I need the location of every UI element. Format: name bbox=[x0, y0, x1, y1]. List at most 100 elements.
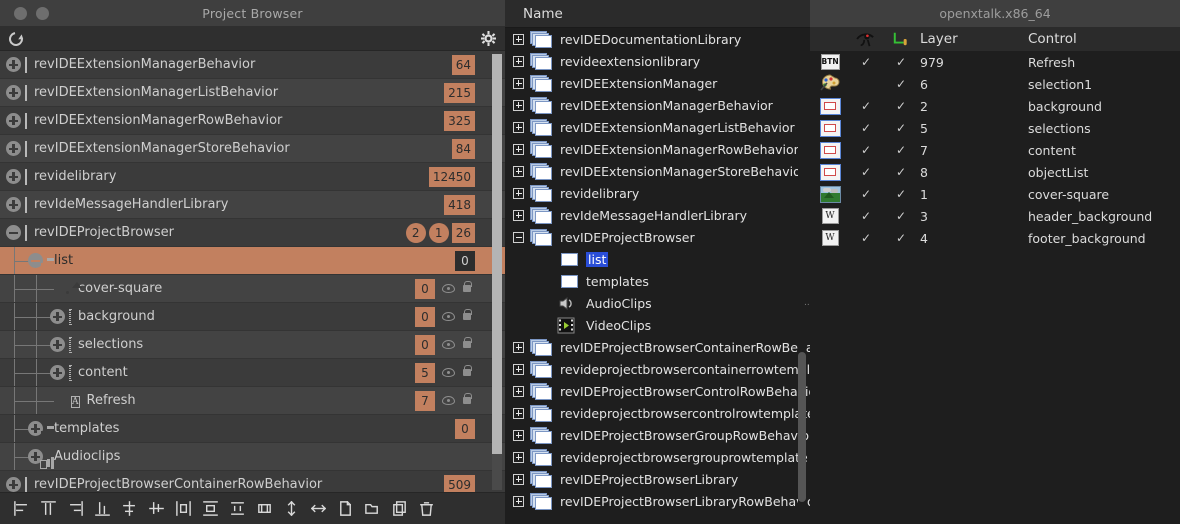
layer-row[interactable]: W ✓ ✓ 4 footer_background bbox=[810, 227, 1180, 249]
layer-row[interactable]: BTN ✓ ✓ 979 Refresh bbox=[810, 51, 1180, 73]
resize-width-icon[interactable] bbox=[305, 496, 332, 522]
visibility-eye-icon[interactable] bbox=[442, 368, 455, 377]
stack-tree-row[interactable]: revIdeMessageHandlerLibrary bbox=[505, 204, 810, 226]
align-right-icon[interactable] bbox=[62, 496, 89, 522]
tree-twisty-plus[interactable] bbox=[6, 477, 21, 492]
stack-tree-scroll-thumb[interactable] bbox=[798, 352, 806, 502]
stack-tree-row[interactable]: list bbox=[505, 248, 810, 270]
layer-row[interactable]: W ✓ ✓ 3 header_background bbox=[810, 205, 1180, 227]
layer-locked-checkmark[interactable]: ✓ bbox=[882, 232, 920, 244]
window-minimize-button[interactable] bbox=[36, 6, 49, 20]
stack-tree-row[interactable]: revIDEExtensionManager bbox=[505, 72, 810, 94]
expand-plus-icon[interactable] bbox=[513, 33, 524, 45]
tree-twisty-plus[interactable] bbox=[50, 309, 65, 324]
project-browser-bottom-toolbar[interactable] bbox=[0, 492, 505, 524]
expand-plus-icon[interactable] bbox=[513, 77, 524, 89]
stack-tree-row[interactable]: revIDEExtensionManagerListBehavior bbox=[505, 116, 810, 138]
tree-row[interactable]: revIDEExtensionManagerBehavior 64 bbox=[0, 51, 505, 79]
align-bottom-icon[interactable] bbox=[89, 496, 116, 522]
tree-twisty-plus[interactable] bbox=[6, 169, 21, 184]
layer-locked-checkmark[interactable]: ✓ bbox=[882, 188, 920, 200]
resize-height-icon[interactable] bbox=[278, 496, 305, 522]
tree-row[interactable]: revIdeMessageHandlerLibrary 418 bbox=[0, 191, 505, 219]
tree-row[interactable]: revIDEExtensionManagerListBehavior 215 bbox=[0, 79, 505, 107]
stack-tree-row[interactable]: revIDEProjectBrowserLibraryRowBehavior bbox=[505, 490, 810, 512]
stack-tree-row[interactable]: AudioClips bbox=[505, 292, 810, 314]
tree-row[interactable]: selections 0 bbox=[0, 331, 505, 359]
stack-tree-row[interactable]: revidelibrary bbox=[505, 182, 810, 204]
expand-plus-icon[interactable] bbox=[513, 165, 524, 177]
layer-row[interactable]: ✓ ✓ 2 background bbox=[810, 95, 1180, 117]
expand-plus-icon[interactable] bbox=[513, 187, 524, 199]
layer-locked-checkmark[interactable]: ✓ bbox=[882, 122, 920, 134]
open-folder-icon[interactable] bbox=[359, 496, 386, 522]
expand-plus-icon[interactable] bbox=[513, 451, 524, 463]
expand-plus-icon[interactable] bbox=[513, 99, 524, 111]
stack-tree-row[interactable]: revIDEProjectBrowser bbox=[505, 226, 810, 248]
lock-icon[interactable] bbox=[463, 393, 472, 404]
tree-twisty-plus[interactable] bbox=[6, 57, 21, 72]
expand-plus-icon[interactable] bbox=[513, 495, 524, 507]
stack-tree-row[interactable]: revIDEExtensionManagerBehavior bbox=[505, 94, 810, 116]
visibility-eye-icon[interactable] bbox=[442, 396, 455, 405]
align-top-icon[interactable] bbox=[35, 496, 62, 522]
tree-twisty-plus[interactable] bbox=[6, 85, 21, 100]
tree-twisty-plus[interactable] bbox=[6, 113, 21, 128]
layer-visible-checkmark[interactable]: ✓ bbox=[850, 144, 882, 156]
tree-row[interactable]: list 0 bbox=[0, 247, 505, 275]
expand-plus-icon[interactable] bbox=[513, 429, 524, 441]
tree-row[interactable]: templates 0 bbox=[0, 415, 505, 443]
tree-row[interactable]: cover-square 0 bbox=[0, 275, 505, 303]
lock-icon[interactable] bbox=[463, 365, 472, 376]
tree-row[interactable]: revIDEProjectBrowser 2 1 26 bbox=[0, 219, 505, 247]
stack-tree-row[interactable]: revideprojectbrowsercontainerrowtemplate bbox=[505, 358, 810, 380]
stack-tree-row[interactable]: revIDEProjectBrowserLibrary bbox=[505, 468, 810, 490]
layer-visible-checkmark[interactable]: ✓ bbox=[850, 210, 882, 222]
stack-tree-list[interactable]: revIDEDocumentationLibrary revideextensio… bbox=[505, 28, 810, 524]
expand-plus-icon[interactable] bbox=[513, 209, 524, 221]
column-header-layer[interactable]: Layer bbox=[920, 31, 1028, 47]
stack-tree-row[interactable]: revideextensionlibrary bbox=[505, 50, 810, 72]
distribute-spacing-horizontal-icon[interactable] bbox=[251, 496, 278, 522]
visibility-eye-icon[interactable] bbox=[442, 284, 455, 293]
align-left-icon[interactable] bbox=[8, 496, 35, 522]
stack-tree-row[interactable]: revIDEProjectBrowserControlRowBehavior bbox=[505, 380, 810, 402]
tree-row[interactable]: revIDEExtensionManagerRowBehavior 325 bbox=[0, 107, 505, 135]
eye-of-horus-icon[interactable] bbox=[850, 31, 882, 47]
tree-row[interactable]: revIDEExtensionManagerStoreBehavior 84 bbox=[0, 135, 505, 163]
visibility-eye-icon[interactable] bbox=[442, 340, 455, 349]
project-browser-scrollbar[interactable] bbox=[492, 54, 502, 490]
tree-row[interactable]: Audioclips bbox=[0, 443, 505, 471]
stack-tree-row[interactable]: revideprojectbrowsercontrolrowtemplate bbox=[505, 402, 810, 424]
expand-plus-icon[interactable] bbox=[513, 341, 524, 353]
layer-visible-checkmark[interactable]: ✓ bbox=[850, 166, 882, 178]
window-controls[interactable] bbox=[0, 6, 49, 20]
layer-locked-checkmark[interactable]: ✓ bbox=[882, 166, 920, 178]
layer-locked-checkmark[interactable]: ✓ bbox=[882, 100, 920, 112]
tree-twisty-minus[interactable] bbox=[6, 225, 21, 240]
delete-icon[interactable] bbox=[413, 496, 440, 522]
layer-row[interactable]: ✓ 6 selection1 bbox=[810, 73, 1180, 95]
stack-tree-row[interactable]: revideprojectbrowsergrouprowtemplate bbox=[505, 446, 810, 468]
tree-row[interactable]: revIDEProjectBrowserContainerRowBehavior… bbox=[0, 471, 505, 492]
align-center-vertical-icon[interactable] bbox=[143, 496, 170, 522]
layer-row[interactable]: ✓ ✓ 1 cover-square bbox=[810, 183, 1180, 205]
stack-tree-row[interactable]: revIDEExtensionManagerStoreBehavior bbox=[505, 160, 810, 182]
distribute-vertical-icon[interactable] bbox=[197, 496, 224, 522]
align-center-horizontal-icon[interactable] bbox=[116, 496, 143, 522]
expand-plus-icon[interactable] bbox=[513, 363, 524, 375]
tree-twisty-plus[interactable] bbox=[6, 197, 21, 212]
project-browser-tree[interactable]: revIDEExtensionManagerBehavior 64 revIDEEx… bbox=[0, 51, 505, 492]
stack-tree-row[interactable]: revIDEProjectBrowserContainerRowBehavior bbox=[505, 336, 810, 358]
lock-icon[interactable] bbox=[882, 31, 920, 47]
layer-locked-checkmark[interactable]: ✓ bbox=[882, 56, 920, 68]
layer-locked-checkmark[interactable]: ✓ bbox=[882, 144, 920, 156]
layer-visible-checkmark[interactable]: ✓ bbox=[850, 188, 882, 200]
expand-plus-icon[interactable] bbox=[513, 407, 524, 419]
expand-plus-icon[interactable] bbox=[513, 385, 524, 397]
layer-table-body[interactable]: BTN ✓ ✓ 979 Refresh ✓ 6 selection1 ✓ ✓ 2 background… bbox=[810, 51, 1180, 249]
layer-visible-checkmark[interactable]: ✓ bbox=[850, 122, 882, 134]
tree-twisty-plus[interactable] bbox=[50, 365, 65, 380]
layer-visible-checkmark[interactable]: ✓ bbox=[850, 56, 882, 68]
lock-icon[interactable] bbox=[463, 309, 472, 320]
